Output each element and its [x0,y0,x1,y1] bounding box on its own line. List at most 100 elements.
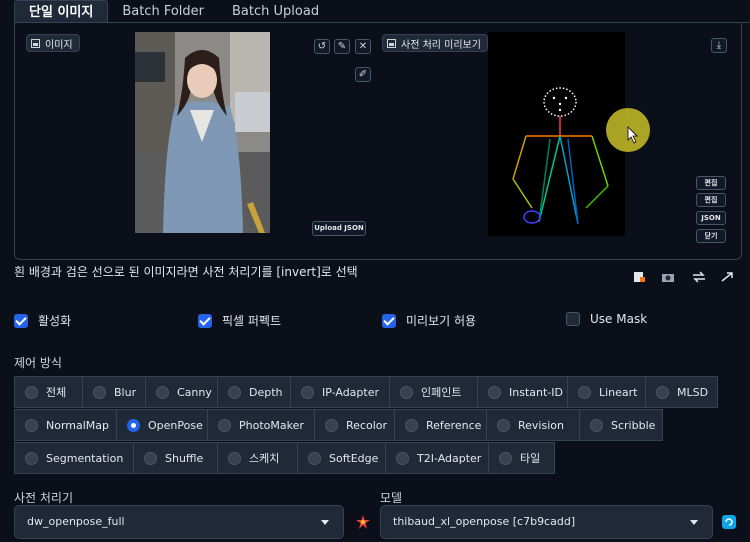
radio-row: Segmentation Shuffle 스케치 SoftEdge T2I-Ad… [14,442,726,475]
allow-preview-checkbox[interactable]: 미리보기 허용 [382,312,476,329]
model-select[interactable]: thibaud_xl_openpose [c7b9cadd] [380,505,713,539]
radio-option[interactable]: 전체 [14,376,83,408]
radio-dot[interactable] [325,418,338,432]
checkbox-box[interactable] [14,313,28,328]
radio-option[interactable]: MLSD [645,376,718,408]
radio-option[interactable]: PhotoMaker [207,409,315,441]
radio-option[interactable]: SoftEdge [297,442,386,474]
radio-option[interactable]: Shuffle [133,442,218,474]
checkbox-box[interactable] [198,313,212,328]
radio-dot[interactable] [93,385,106,399]
upload-json-button[interactable]: Upload JSON [312,221,366,236]
radio-dot[interactable] [308,451,321,465]
camera-icon[interactable] [661,271,675,283]
radio-dot-selected[interactable] [127,418,140,432]
radio-dot[interactable] [25,385,38,399]
chevron-down-icon [690,520,698,525]
radio-label: Reference [426,418,482,432]
radio-dot[interactable] [25,451,38,465]
radio-option[interactable]: 인페인트 [389,376,478,408]
swap-icon[interactable] [692,271,706,283]
radio-label: Blur [114,385,137,399]
radio-dot[interactable] [396,451,409,465]
radio-row: NormalMap OpenPose PhotoMaker Recolor Re… [14,409,726,442]
radio-option[interactable]: Recolor [314,409,395,441]
image-icon [31,38,40,48]
radio-dot[interactable] [156,385,169,399]
radio-option[interactable]: Reference [394,409,487,441]
radio-option-selected[interactable]: OpenPose [116,409,208,441]
radio-dot[interactable] [144,451,157,465]
model-label: 모델 [380,491,403,505]
radio-dot[interactable] [25,418,38,432]
radio-label: T2I-Adapter [417,451,482,465]
checkbox-box[interactable] [382,313,396,328]
radio-option[interactable]: T2I-Adapter [385,442,489,474]
tab-batch-upload[interactable]: Batch Upload [218,0,333,22]
option-checkboxes: 활성화 픽셀 퍼펙트 미리보기 허용 Use Mask [0,312,750,330]
radio-dot[interactable] [400,385,413,399]
run-preprocessor-icon[interactable] [356,515,370,529]
json-button[interactable]: JSON [696,211,726,225]
radio-label: Revision [518,418,564,432]
edit-button[interactable]: ✎ [334,39,350,54]
radio-option[interactable]: Scribble [579,409,663,441]
radio-option[interactable]: 타일 [488,442,555,474]
checkbox-label: 픽셀 퍼펙트 [222,314,282,328]
download-button[interactable]: ⤓ [711,38,727,53]
checkbox-label: 활성화 [38,314,72,328]
radio-label: Segmentation [46,451,124,465]
radio-dot[interactable] [578,385,591,399]
radio-dot[interactable] [656,385,669,399]
radio-option[interactable]: Segmentation [14,442,134,474]
radio-label: IP-Adapter [322,385,380,399]
preprocessor-select[interactable]: dw_openpose_full [14,505,344,539]
radio-dot[interactable] [497,418,510,432]
undo-button[interactable]: ↺ [314,39,330,54]
checkbox-box[interactable] [566,312,580,326]
edit-pose-button[interactable]: 편집 [696,176,726,190]
tab-batch-folder[interactable]: Batch Folder [108,0,218,22]
radio-dot[interactable] [499,451,512,465]
radio-dot[interactable] [488,385,501,399]
radio-row: 전체 Blur Canny Depth IP-Adapter 인페인트 Inst… [14,376,726,409]
uploaded-photo[interactable] [135,32,270,233]
new-canvas-icon[interactable] [632,271,646,283]
radio-dot[interactable] [405,418,418,432]
pose-preview [488,32,625,236]
radio-option[interactable]: Instant-ID [477,376,568,408]
refresh-icon[interactable] [722,515,736,529]
radio-dot[interactable] [228,385,241,399]
radio-option[interactable]: Lineart [567,376,646,408]
radio-option[interactable]: Depth [217,376,291,408]
mouse-cursor-icon [627,126,638,144]
close-preview-button[interactable]: 닫기 [696,229,726,243]
enable-checkbox[interactable]: 활성화 [14,312,71,329]
radio-option[interactable]: 스케치 [217,442,298,474]
use-mask-checkbox[interactable]: Use Mask [566,312,647,326]
pixel-perfect-checkbox[interactable]: 픽셀 퍼펙트 [198,312,281,329]
invert-hint: 흰 배경과 검은 선으로 된 이미지라면 사전 처리기를 [invert]로 선… [14,265,358,279]
radio-label: MLSD [677,385,709,399]
radio-option[interactable]: NormalMap [14,409,117,441]
brush-button[interactable]: ✐ [355,67,371,82]
pose-skeleton [512,87,609,225]
radio-dot[interactable] [301,385,314,399]
radio-label: SoftEdge [329,451,379,465]
preview-label-text: 사전 처리 미리보기 [401,39,481,51]
checkbox-label: Use Mask [590,312,648,326]
image-label: 이미지 [26,34,80,52]
image-icon [387,38,396,48]
radio-option[interactable]: Blur [82,376,146,408]
radio-dot[interactable] [228,451,241,465]
radio-option[interactable]: Canny [145,376,218,408]
radio-option[interactable]: IP-Adapter [290,376,390,408]
close-button[interactable]: ✕ [355,39,371,54]
radio-dot[interactable] [218,418,231,432]
photo-illustration [135,32,270,233]
send-dimensions-icon[interactable] [720,271,734,283]
radio-dot[interactable] [590,418,603,432]
radio-option[interactable]: Revision [486,409,580,441]
edit-button-2[interactable]: 편집 [696,193,726,207]
tab-single-image[interactable]: 단일 이미지 [14,0,109,22]
